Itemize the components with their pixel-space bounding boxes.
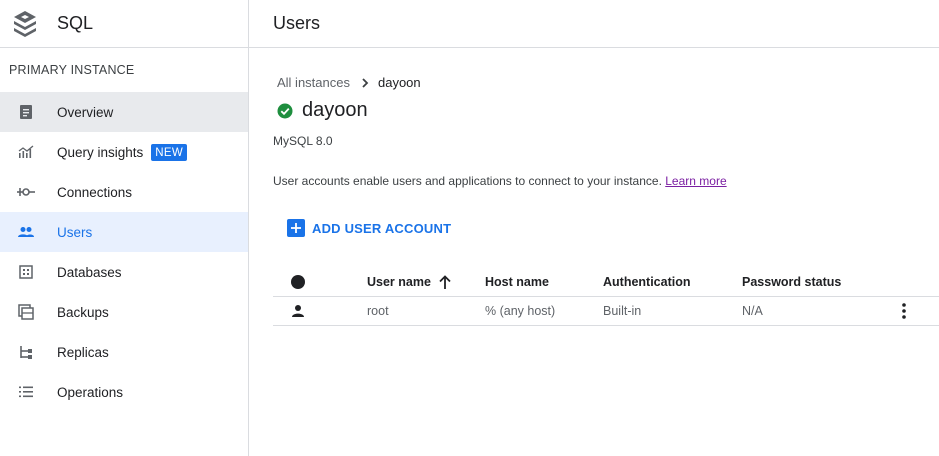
app-title: SQL <box>57 13 94 33</box>
brand-header: SQL <box>0 0 248 48</box>
more-vert-icon[interactable] <box>899 302 909 320</box>
breadcrumb-current: dayoon <box>377 75 421 90</box>
sidebar-item-replicas[interactable]: Replicas <box>0 332 248 372</box>
table-row: root % (any host) Built-in N/A <box>273 297 939 326</box>
sidebar-item-label: Backups <box>57 304 109 320</box>
sidebar-item-query-insights[interactable]: Query insights NEW <box>0 132 248 172</box>
overview-icon <box>17 103 35 121</box>
sidebar-item-overview[interactable]: Overview <box>0 92 248 132</box>
add-user-account-label: ADD USER ACCOUNT <box>312 220 452 236</box>
sidebar-item-databases[interactable]: Databases <box>0 252 248 292</box>
sidebar-item-label: Query insights <box>57 144 144 160</box>
learn-more-link[interactable]: Learn more <box>665 174 726 188</box>
new-badge: NEW <box>151 143 188 161</box>
status-dot-icon <box>291 275 305 289</box>
column-authentication[interactable]: Authentication <box>603 275 742 289</box>
check-circle-icon <box>277 103 293 119</box>
column-host-name[interactable]: Host name <box>485 275 603 289</box>
person-icon <box>292 305 304 317</box>
sql-logo-icon <box>12 9 38 39</box>
cell-user-name: root <box>367 304 389 318</box>
replicas-icon <box>17 343 35 361</box>
breadcrumb-all-instances[interactable]: All instances <box>277 75 350 90</box>
connections-icon <box>17 183 35 201</box>
description-text: User accounts enable users and applicati… <box>273 174 662 188</box>
users-table: User name Host name Authentication Passw… <box>273 268 939 326</box>
section-label: PRIMARY INSTANCE <box>9 63 135 77</box>
instance-name: dayoon <box>302 99 368 121</box>
sidebar-item-label: Overview <box>57 104 114 120</box>
add-box-icon <box>287 219 305 237</box>
page-header: Users <box>249 0 939 48</box>
main-content: Users All instances dayoon dayoon MySQL … <box>249 0 939 456</box>
arrow-up-icon[interactable] <box>439 275 451 289</box>
column-label: User name <box>367 275 431 289</box>
sidebar-item-operations[interactable]: Operations <box>0 372 248 412</box>
table-header: User name Host name Authentication Passw… <box>273 268 939 297</box>
add-user-account-button[interactable]: ADD USER ACCOUNT <box>287 219 451 237</box>
column-password-status[interactable]: Password status <box>742 275 892 289</box>
instance-header: dayoon <box>277 99 368 122</box>
description: User accounts enable users and applicati… <box>273 174 727 188</box>
cell-host-name: % (any host) <box>485 304 556 318</box>
sidebar-item-label: Users <box>57 224 93 240</box>
sidebar-item-backups[interactable]: Backups <box>0 292 248 332</box>
backups-icon <box>17 303 35 321</box>
sidebar-item-users[interactable]: Users <box>0 212 248 252</box>
instance-version: MySQL 8.0 <box>273 134 333 148</box>
sidebar-item-label: Replicas <box>57 344 109 360</box>
sidebar-item-label: Operations <box>57 384 124 400</box>
status-column-header <box>273 275 367 289</box>
sidebar: SQL PRIMARY INSTANCE Overview Query insi… <box>0 0 249 456</box>
list-icon <box>17 383 35 401</box>
chart-icon <box>17 143 35 161</box>
column-user-name[interactable]: User name <box>367 275 485 289</box>
cell-authentication: Built-in <box>603 304 642 318</box>
databases-icon <box>17 263 35 281</box>
users-icon <box>17 223 35 241</box>
breadcrumb: All instances dayoon <box>277 75 421 90</box>
sidebar-item-connections[interactable]: Connections <box>0 172 248 212</box>
user-cell-icon <box>273 304 367 318</box>
cell-password-status: N/A <box>742 304 763 318</box>
chevron-right-icon <box>361 77 369 88</box>
sidebar-item-label: Connections <box>57 184 133 200</box>
sidebar-item-label: Databases <box>57 264 122 280</box>
page-title: Users <box>273 13 321 33</box>
